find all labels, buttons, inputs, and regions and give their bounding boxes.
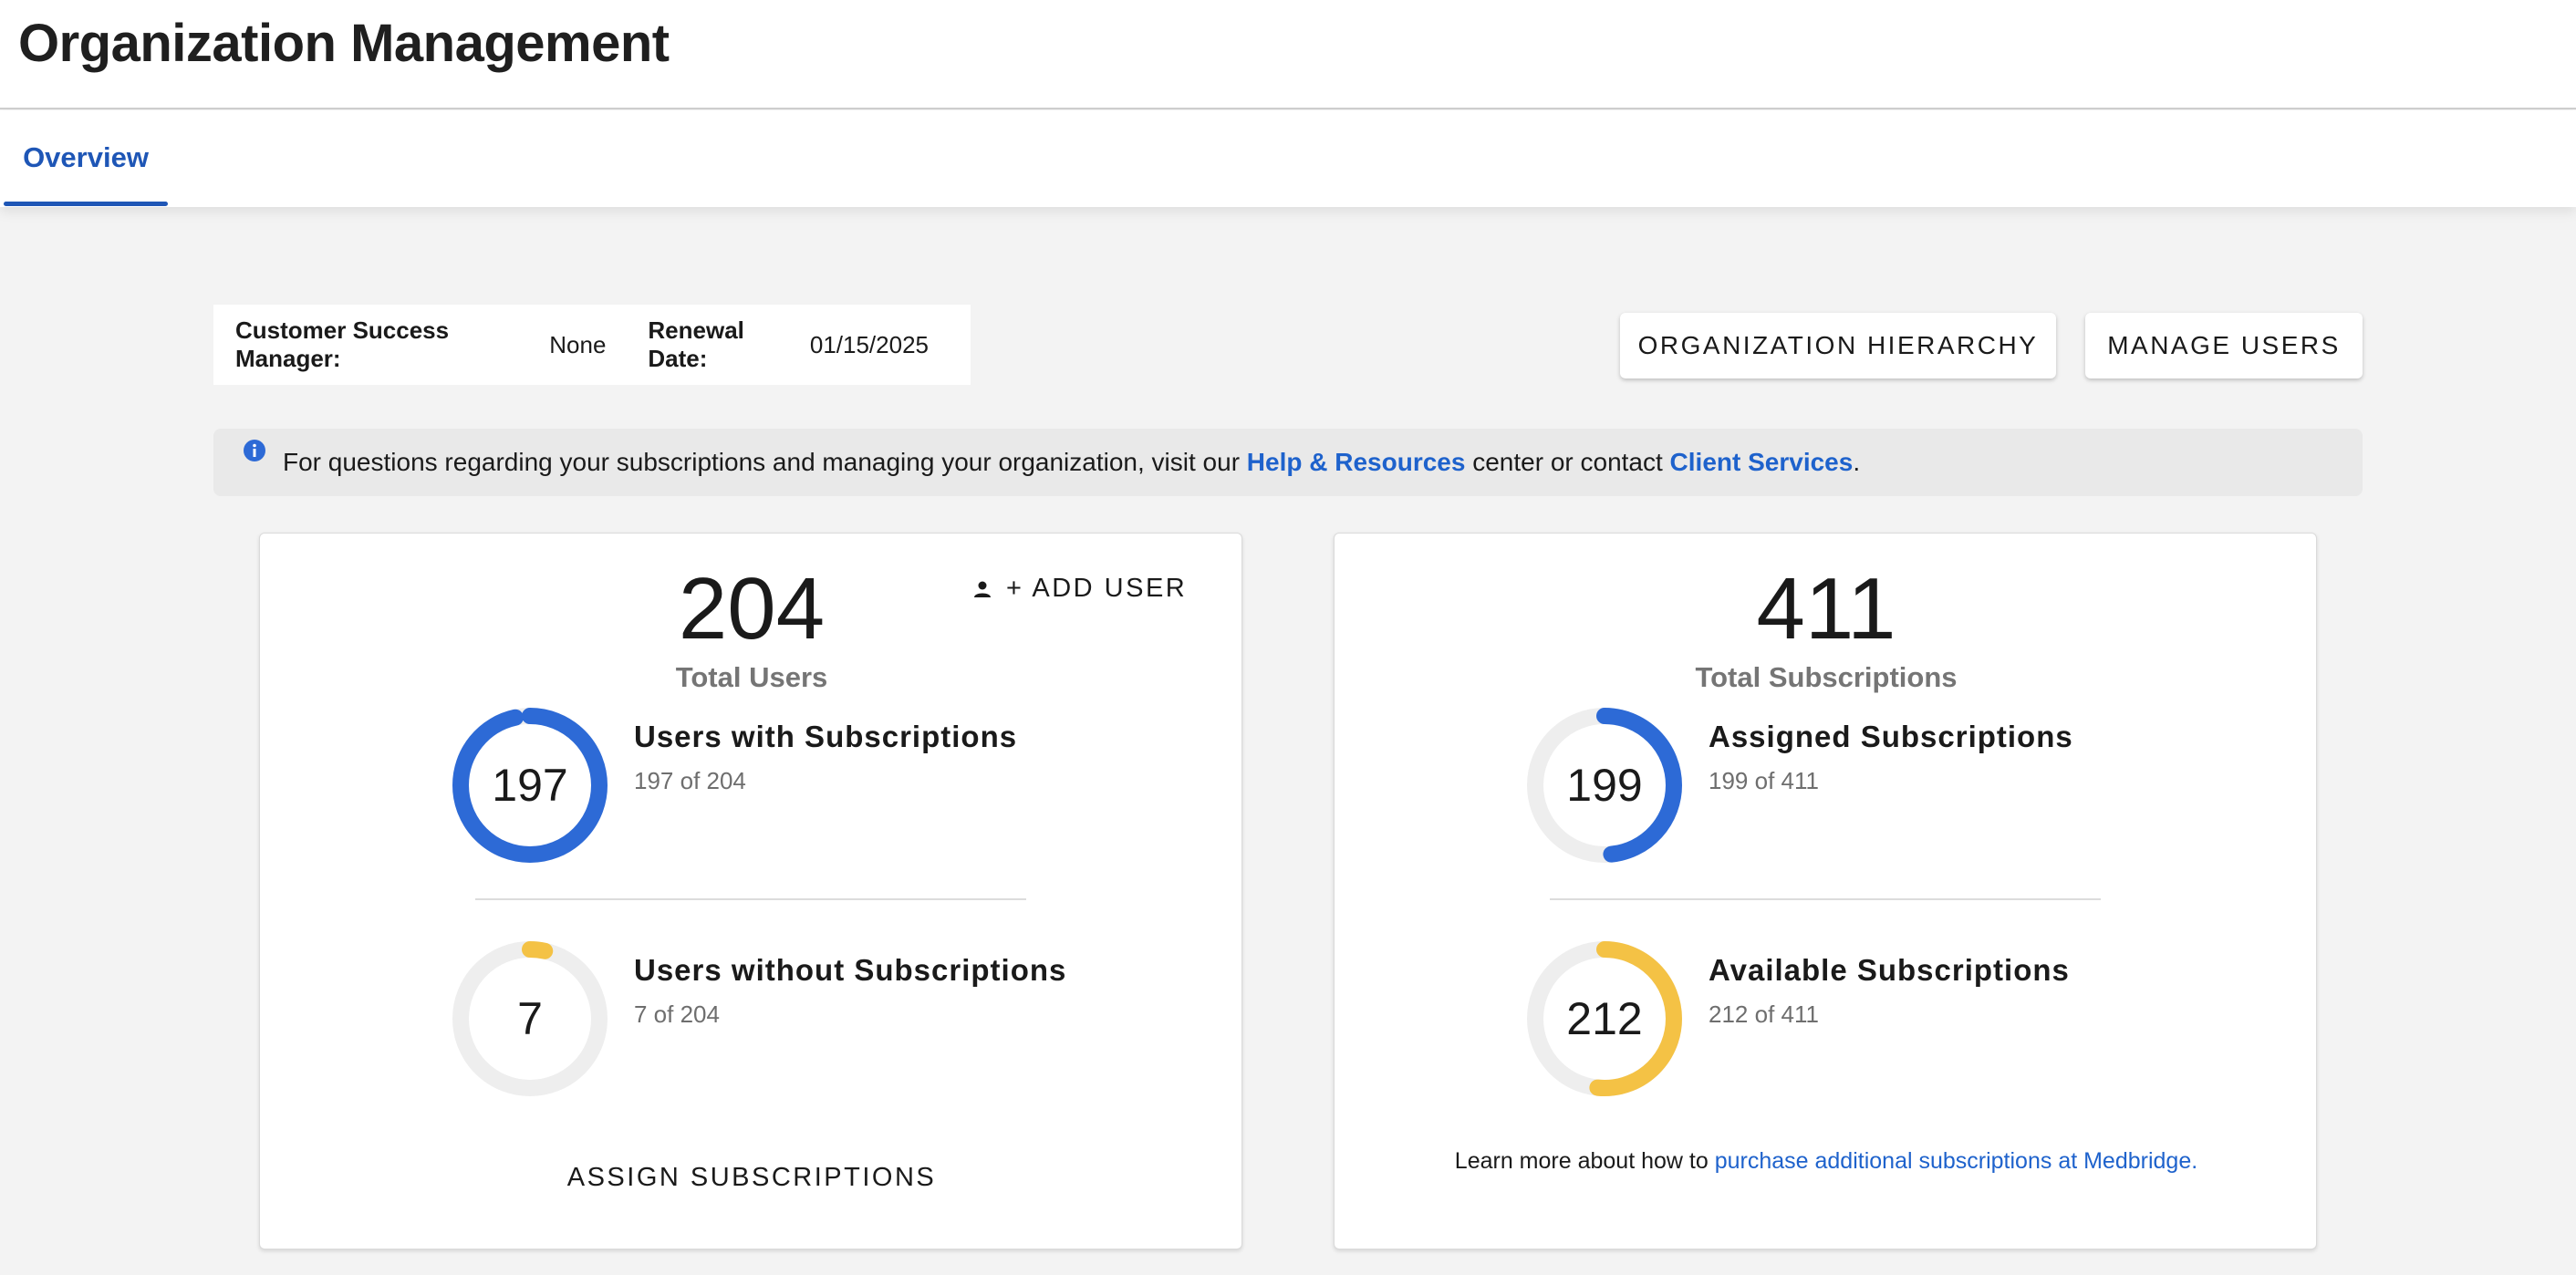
help-notice: For questions regarding your subscriptio… — [213, 429, 2363, 496]
manage-users-button[interactable]: MANAGE USERS — [2085, 313, 2363, 378]
page-header: Organization Management — [0, 0, 2576, 109]
learn-more-text: Learn more about how to purchase additio… — [1335, 1148, 2318, 1175]
learn-more-prefix: Learn more about how to — [1454, 1148, 1715, 1174]
assigned-sub: 199 of 411 — [1709, 767, 1819, 794]
available-sub: 212 of 411 — [1709, 1000, 1819, 1028]
renewal-label: Renewal Date: — [648, 316, 744, 372]
notice-text-middle: center or contact — [1465, 448, 1670, 476]
subscriptions-summary-card: 411 Total Subscriptions 199 Assigned Sub… — [1334, 533, 2317, 1249]
tab-active-indicator — [4, 202, 168, 206]
person-icon — [974, 581, 991, 597]
page-title: Organization Management — [18, 14, 670, 73]
csm-label: Customer Success Manager: — [235, 316, 450, 372]
available-subscriptions-metric: 212 Available Subscriptions 212 of 411 — [1526, 940, 2165, 1104]
available-value: 212 — [1566, 993, 1643, 1044]
notice-text-after: . — [1853, 448, 1861, 476]
users-summary-card: 204 Total Users + ADD USER 197 Users wit… — [259, 533, 1242, 1249]
users-with-subscriptions-metric: 197 Users with Subscriptions 197 of 204 — [452, 707, 1090, 871]
tab-overview[interactable]: Overview — [4, 110, 168, 205]
help-resources-link[interactable]: Help & Resources — [1247, 448, 1466, 477]
divider — [1550, 898, 2101, 900]
assign-subscriptions-button[interactable]: ASSIGN SUBSCRIPTIONS — [260, 1163, 1243, 1193]
users-without-sub: 7 of 204 — [634, 1000, 720, 1028]
users-with-value: 197 — [492, 760, 568, 811]
notice-text-before: For questions regarding your subscriptio… — [283, 448, 1247, 476]
assigned-subscriptions-metric: 199 Assigned Subscriptions 199 of 411 — [1526, 707, 2165, 871]
divider — [475, 898, 1026, 900]
info-icon — [244, 440, 265, 461]
tab-bar: Overview — [0, 110, 2576, 207]
purchase-subscriptions-link[interactable]: purchase additional subscriptions at Med… — [1715, 1148, 2197, 1174]
total-subscriptions-label: Total Subscriptions — [1695, 661, 1958, 693]
available-title: Available Subscriptions — [1709, 953, 2070, 987]
total-subscriptions-value: 411 — [1756, 560, 1896, 658]
users-with-sub: 197 of 204 — [634, 767, 746, 794]
assigned-value: 199 — [1566, 760, 1643, 811]
users-without-title: Users without Subscriptions — [634, 953, 1067, 987]
csm-value: None — [549, 330, 607, 358]
total-users-value: 204 — [678, 560, 826, 658]
assigned-title: Assigned Subscriptions — [1709, 720, 2073, 753]
add-user-button[interactable]: + ADD USER — [971, 574, 1187, 604]
renewal-value: 01/15/2025 — [809, 330, 929, 358]
add-user-label: + ADD USER — [1006, 574, 1188, 603]
users-without-value: 7 — [517, 993, 543, 1044]
users-with-title: Users with Subscriptions — [634, 720, 1018, 753]
organization-hierarchy-button[interactable]: ORGANIZATION HIERARCHY — [1620, 313, 2056, 378]
org-info-box: Customer Success Manager: None Renewal D… — [213, 305, 971, 385]
client-services-link[interactable]: Client Services — [1670, 448, 1854, 477]
users-without-subscriptions-metric: 7 Users without Subscriptions 7 of 204 — [452, 940, 1090, 1104]
total-users-label: Total Users — [675, 661, 828, 693]
